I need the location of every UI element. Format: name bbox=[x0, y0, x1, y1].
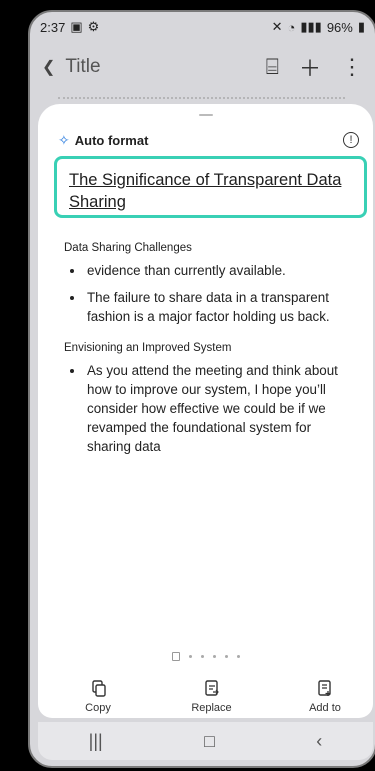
page-dot[interactable] bbox=[212, 655, 216, 658]
page-title: Title bbox=[65, 56, 101, 77]
app-actions: ⌸ ＋ ⋮ bbox=[266, 51, 363, 83]
drag-handle[interactable] bbox=[198, 114, 213, 116]
app-bar: ❮ Title ⌸ ＋ ⋮ bbox=[30, 42, 375, 92]
back-icon[interactable]: ❮ bbox=[42, 57, 55, 77]
page-dot[interactable] bbox=[200, 655, 204, 658]
back-nav-icon[interactable]: ‹ bbox=[316, 731, 322, 752]
mute-icon: ✕ bbox=[271, 19, 283, 34]
page-dot[interactable] bbox=[224, 655, 228, 658]
headline-text: The Significance of Transparent Data Sha… bbox=[54, 156, 367, 218]
copy-icon bbox=[92, 680, 106, 697]
signal-icon: ▮▮▮ bbox=[300, 19, 322, 34]
battery-text: 96% bbox=[326, 19, 353, 35]
phone-frame: 2:37 ▣ ⚙ ✕ ◔ ▮▮▮ 96% ▮ ❮ Title ⌸ ＋ ⋮ ✧ A… bbox=[28, 10, 375, 768]
formatted-content: Data Sharing Challenges evidence than cu… bbox=[64, 242, 355, 472]
add-icon[interactable]: ＋ bbox=[299, 51, 321, 83]
battery-icon: ▮ bbox=[357, 19, 365, 34]
section-heading-2: Envisioning an Improved System bbox=[64, 342, 232, 354]
status-right: ✕ ◔ ▮▮▮ 96% ▮ bbox=[272, 19, 365, 35]
status-time: 2:37 bbox=[40, 19, 66, 35]
status-left: 2:37 ▣ ⚙ bbox=[40, 19, 99, 35]
bullet-list-2: As you attend the meeting and think abou… bbox=[64, 361, 355, 456]
list-item: evidence than currently available. bbox=[85, 261, 355, 280]
more-icon[interactable]: ⋮ bbox=[341, 54, 363, 80]
sheet-title: Auto format bbox=[74, 132, 149, 148]
page-dot-active[interactable] bbox=[171, 652, 180, 661]
home-icon[interactable]: □ bbox=[204, 731, 215, 752]
status-bar: 2:37 ▣ ⚙ ✕ ◔ ▮▮▮ 96% ▮ bbox=[30, 12, 375, 42]
app-bar-left: ❮ Title bbox=[42, 56, 101, 78]
add-to-label: Add to bbox=[309, 702, 341, 714]
system-navigation-bar: ||| □ ‹ bbox=[38, 722, 373, 760]
info-icon[interactable]: ! bbox=[343, 132, 359, 148]
add-to-icon bbox=[318, 680, 331, 696]
sheet-title-wrap: ✧ Auto format bbox=[58, 132, 148, 149]
wifi-icon: ◔ bbox=[287, 19, 296, 35]
recent-apps-icon[interactable]: ||| bbox=[89, 731, 103, 752]
bullet-list-1: evidence than currently available. The f… bbox=[64, 261, 355, 326]
sheet-header: ✧ Auto format ! bbox=[58, 130, 359, 150]
replace-icon bbox=[204, 680, 219, 696]
page-dot[interactable] bbox=[188, 655, 192, 658]
gallery-icon: ▣ bbox=[70, 19, 83, 34]
copy-label: Copy bbox=[85, 702, 111, 714]
book-icon[interactable]: ⌸ bbox=[266, 54, 279, 80]
replace-label: Replace bbox=[191, 702, 232, 714]
list-item: The failure to share data in a transpare… bbox=[85, 288, 355, 326]
sparkle-icon: ✧ bbox=[58, 131, 70, 148]
settings-icon: ⚙ bbox=[87, 19, 100, 34]
page-indicator bbox=[38, 652, 373, 661]
page-dot[interactable] bbox=[236, 655, 240, 658]
auto-format-sheet: ✧ Auto format ! The Significance of Tran… bbox=[38, 104, 373, 718]
list-item: As you attend the meeting and think abou… bbox=[85, 361, 355, 456]
section-heading-1: Data Sharing Challenges bbox=[64, 242, 192, 254]
